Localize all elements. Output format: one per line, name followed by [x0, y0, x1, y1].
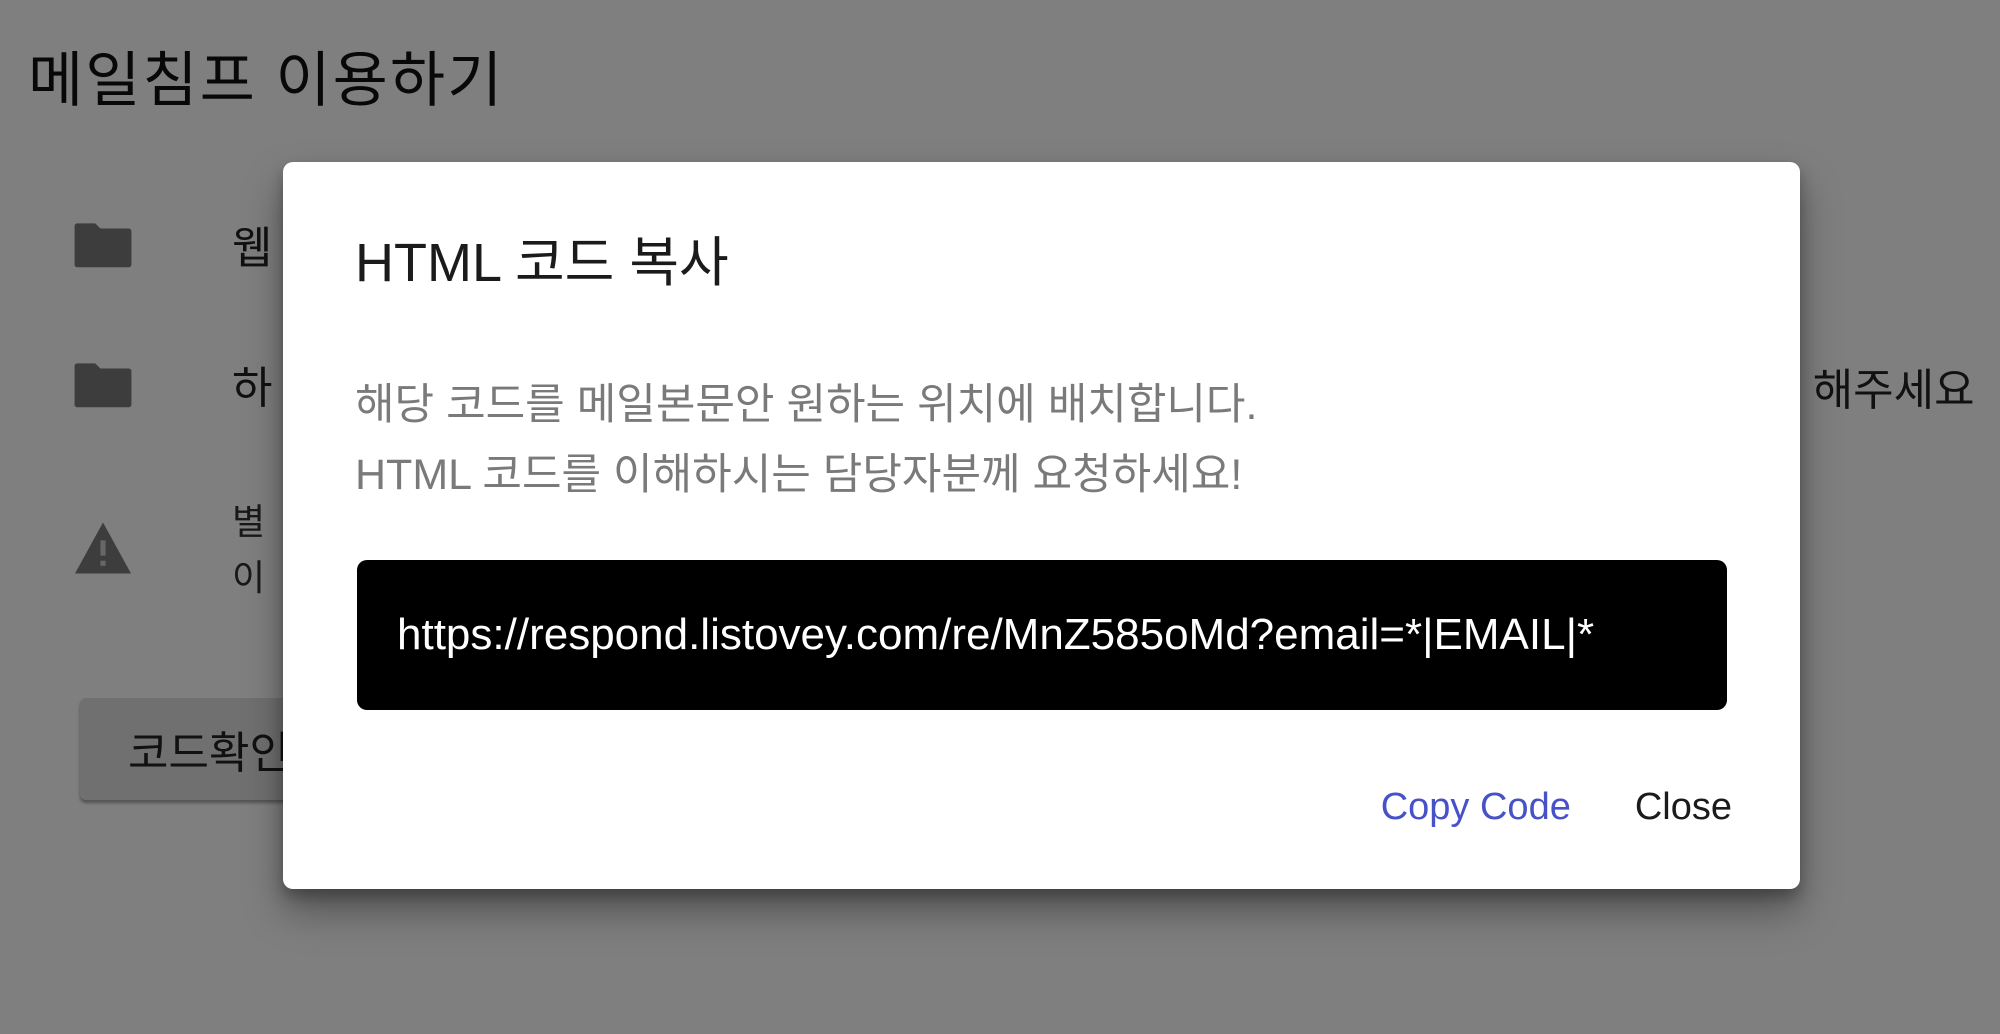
dialog-title: HTML 코드 복사 — [355, 233, 729, 293]
copy-code-button[interactable]: Copy Code — [1365, 774, 1587, 841]
close-button[interactable]: Close — [1619, 774, 1748, 841]
code-snippet[interactable]: https://respond.listovey.com/re/MnZ585oM… — [357, 560, 1727, 710]
dialog-actions: Copy Code Close — [1365, 774, 1748, 841]
dialog-description-line: 해당 코드를 메일본문안 원하는 위치에 배치합니다. — [355, 381, 1258, 429]
dialog-description: 해당 코드를 메일본문안 원하는 위치에 배치합니다. HTML 코드를 이해하… — [355, 370, 1257, 510]
dialog-description-line: HTML 코드를 이해하시는 담당자분께 요청하세요! — [355, 451, 1243, 499]
copy-html-dialog: HTML 코드 복사 해당 코드를 메일본문안 원하는 위치에 배치합니다. H… — [283, 162, 1800, 889]
